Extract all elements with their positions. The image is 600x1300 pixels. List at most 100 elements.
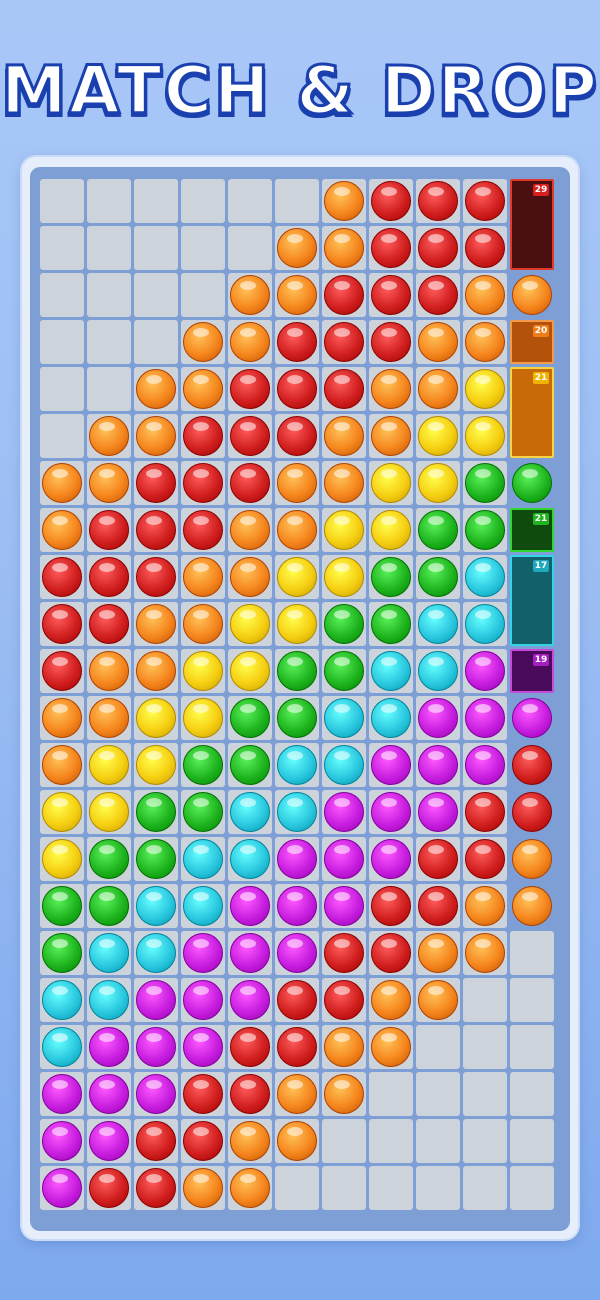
green-ball[interactable] [136, 792, 176, 832]
orange-ball[interactable] [324, 463, 364, 503]
green-ball[interactable] [371, 557, 411, 597]
red-ball[interactable] [230, 463, 270, 503]
yellow-ball[interactable] [136, 698, 176, 738]
green-ball[interactable] [465, 463, 505, 503]
magenta-ball[interactable] [371, 792, 411, 832]
red-ball[interactable] [277, 369, 317, 409]
grid-cell[interactable] [416, 1166, 460, 1210]
red-ball[interactable] [183, 1121, 223, 1161]
green-ball[interactable] [42, 886, 82, 926]
grid-cell[interactable] [87, 226, 131, 270]
magenta-ball[interactable] [183, 1027, 223, 1067]
grid-cell[interactable] [416, 1072, 460, 1116]
magenta-ball[interactable] [136, 1074, 176, 1114]
orange-ball[interactable] [183, 322, 223, 362]
magenta-ball[interactable] [183, 933, 223, 973]
yellow-ball[interactable] [230, 604, 270, 644]
orange-ball[interactable] [324, 1074, 364, 1114]
yellow-ball[interactable] [324, 557, 364, 597]
grid-cell[interactable] [369, 1072, 413, 1116]
grid-cell[interactable] [40, 414, 84, 458]
cyan-ball[interactable] [136, 886, 176, 926]
yellow-ball[interactable] [277, 604, 317, 644]
grid-cell[interactable] [369, 1166, 413, 1210]
grid-cell[interactable] [416, 1119, 460, 1163]
magenta-ball[interactable] [277, 886, 317, 926]
orange-ball[interactable] [89, 698, 129, 738]
orange-ball[interactable] [230, 1168, 270, 1208]
red-ball[interactable] [42, 557, 82, 597]
yellow-ball[interactable] [371, 510, 411, 550]
red-ball[interactable] [136, 1121, 176, 1161]
orange-ball[interactable] [42, 698, 82, 738]
green-ball[interactable] [89, 886, 129, 926]
orange-ball[interactable] [512, 839, 552, 879]
yellow-ball[interactable] [465, 416, 505, 456]
grid-cell[interactable] [228, 179, 272, 223]
magenta-ball[interactable] [277, 839, 317, 879]
orange-ball[interactable] [89, 416, 129, 456]
red-ball[interactable] [371, 181, 411, 221]
magenta-ball[interactable] [324, 886, 364, 926]
grid-cell[interactable] [463, 1119, 507, 1163]
orange-ball[interactable] [512, 886, 552, 926]
red-ball[interactable] [418, 839, 458, 879]
magenta-ball[interactable] [89, 1027, 129, 1067]
grid-cell[interactable] [510, 978, 554, 1022]
grid-cell[interactable] [369, 1119, 413, 1163]
cyan-ball[interactable] [418, 604, 458, 644]
orange-ball[interactable] [183, 604, 223, 644]
grid-cell[interactable] [228, 226, 272, 270]
red-ball[interactable] [371, 322, 411, 362]
red-ball[interactable] [136, 1168, 176, 1208]
red-ball[interactable] [89, 510, 129, 550]
cyan-ball[interactable] [277, 792, 317, 832]
orange-ball[interactable] [183, 1168, 223, 1208]
orange-ball[interactable] [371, 416, 411, 456]
orange-ball[interactable] [324, 1027, 364, 1067]
red-ball[interactable] [136, 557, 176, 597]
orange-ball[interactable] [465, 322, 505, 362]
cyan-ball[interactable] [230, 792, 270, 832]
orange-ball[interactable] [230, 1121, 270, 1161]
green-ball[interactable] [277, 698, 317, 738]
magenta-ball[interactable] [89, 1074, 129, 1114]
grid-cell[interactable] [416, 1025, 460, 1069]
magenta-ball[interactable] [418, 745, 458, 785]
yellow-ball[interactable] [418, 416, 458, 456]
grid-cell[interactable] [510, 1119, 554, 1163]
grid-cell[interactable] [322, 1119, 366, 1163]
yellow-ball[interactable] [465, 369, 505, 409]
orange-ball[interactable] [230, 510, 270, 550]
orange-ball[interactable] [418, 933, 458, 973]
yellow-ball[interactable] [136, 745, 176, 785]
grid-cell[interactable] [463, 1025, 507, 1069]
grid-cell[interactable] [181, 179, 225, 223]
green-ball[interactable] [230, 745, 270, 785]
red-ball[interactable] [324, 369, 364, 409]
red-ball[interactable] [324, 980, 364, 1020]
magenta-ball[interactable] [324, 839, 364, 879]
orange-ball[interactable] [89, 463, 129, 503]
orange-ball[interactable] [277, 275, 317, 315]
yellow-ball[interactable] [89, 745, 129, 785]
cyan-ball[interactable] [183, 839, 223, 879]
red-ball[interactable] [183, 1074, 223, 1114]
magenta-ball[interactable] [42, 1121, 82, 1161]
green-ball[interactable] [277, 651, 317, 691]
orange-ball[interactable] [512, 275, 552, 315]
red-ball[interactable] [512, 792, 552, 832]
grid-cell[interactable] [87, 273, 131, 317]
orange-ball[interactable] [418, 980, 458, 1020]
yellow-ball[interactable] [324, 510, 364, 550]
red-ball[interactable] [183, 463, 223, 503]
cyan-ball[interactable] [371, 698, 411, 738]
grid-cell[interactable] [40, 179, 84, 223]
green-ball[interactable] [136, 839, 176, 879]
green-ball[interactable] [324, 651, 364, 691]
red-ball[interactable] [89, 557, 129, 597]
cyan-ball[interactable] [371, 651, 411, 691]
orange-ball[interactable] [324, 416, 364, 456]
orange-ball[interactable] [324, 228, 364, 268]
grid-cell[interactable] [87, 367, 131, 411]
